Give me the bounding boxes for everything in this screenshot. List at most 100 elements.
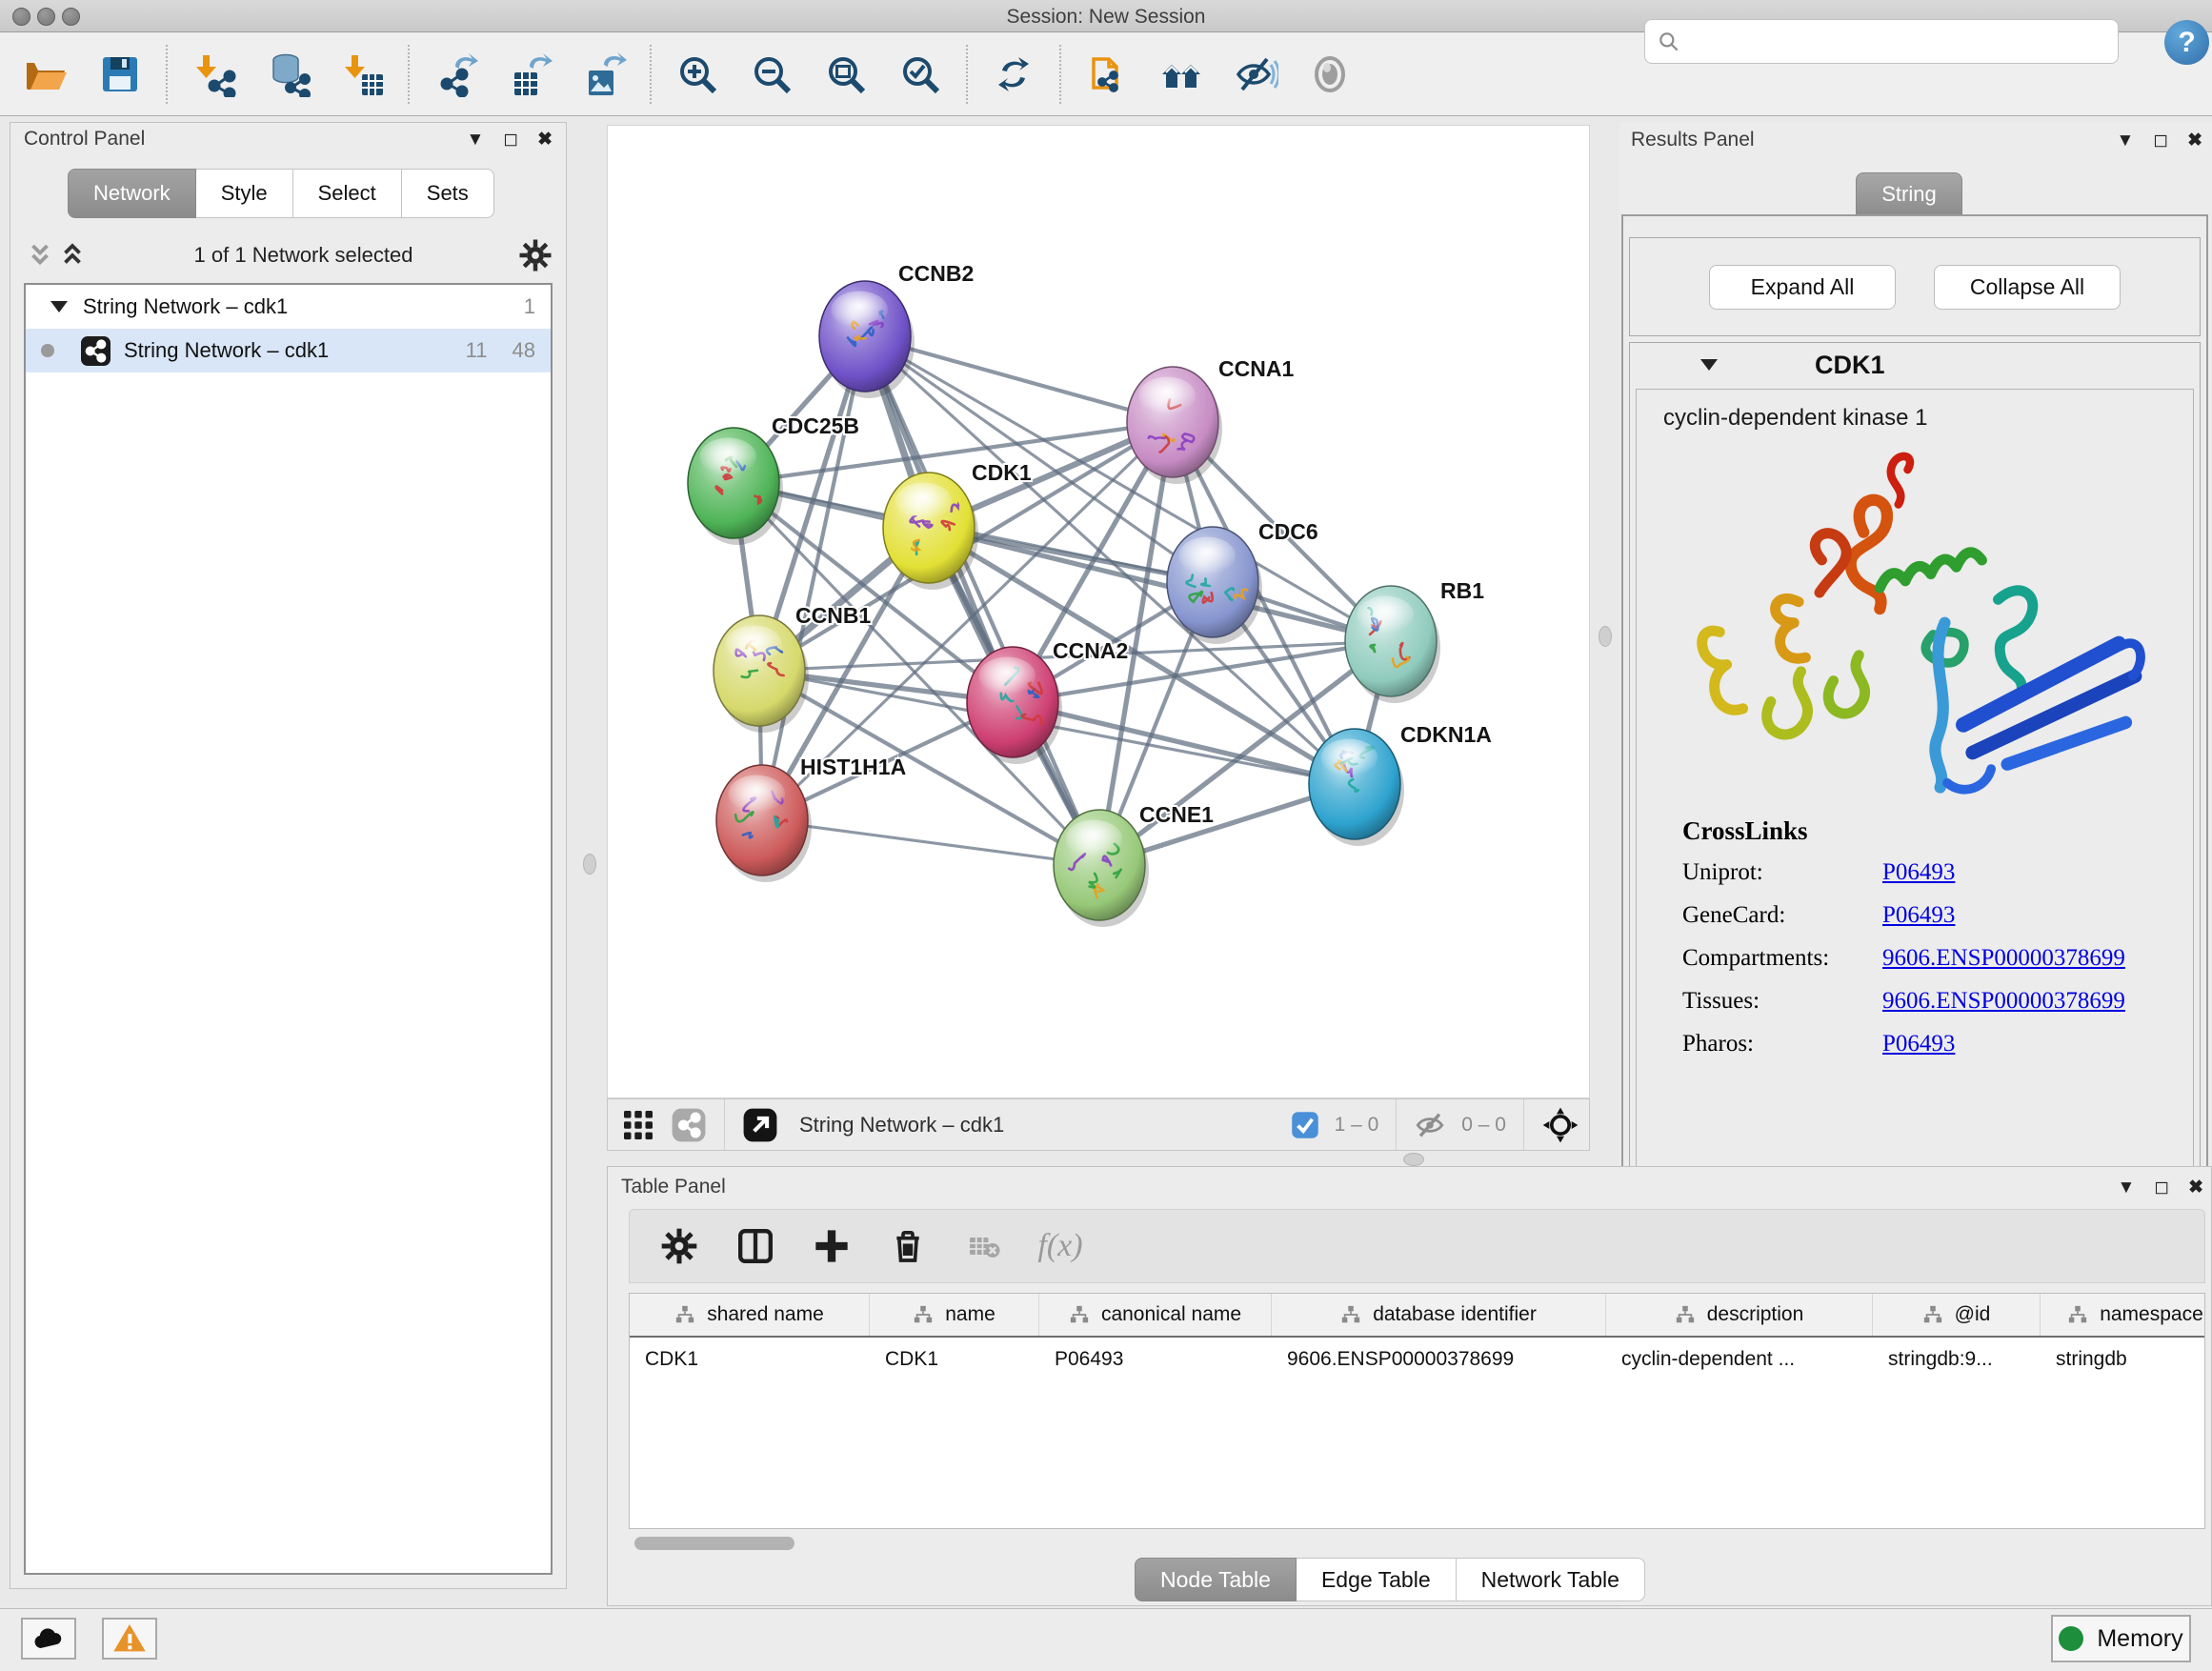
collapse-all-chevron-icon[interactable] bbox=[56, 241, 89, 270]
table-horizontal-scrollbar[interactable] bbox=[631, 1537, 2206, 1552]
zoom-out-button[interactable] bbox=[747, 50, 796, 99]
results-panel-float-icon[interactable]: ◻ bbox=[2153, 131, 2168, 150]
right-splitter-handle[interactable] bbox=[1599, 626, 1612, 647]
fit-content-crosshair-icon[interactable] bbox=[1541, 1106, 1579, 1144]
column-header-sharedname[interactable]: shared name bbox=[630, 1294, 870, 1336]
network-canvas[interactable]: CCNB2CCNA1CDC25BCDK1CDC6RB1CCNB1CCNA2CDK… bbox=[607, 125, 1590, 1098]
tab-node-table[interactable]: Node Table bbox=[1135, 1558, 1297, 1601]
results-tab-string[interactable]: String bbox=[1856, 172, 1962, 215]
crosslink-link[interactable]: P06493 bbox=[1882, 859, 1955, 886]
table-row[interactable]: CDK1CDK1P064939606.ENSP00000378699cyclin… bbox=[630, 1338, 2204, 1381]
tree-expand-arrow-icon[interactable] bbox=[50, 301, 68, 312]
zoom-fit-button[interactable] bbox=[821, 50, 871, 99]
edge-CCNB2-CCNE1[interactable] bbox=[865, 336, 1099, 865]
control-panel-title: Control Panel bbox=[24, 128, 145, 151]
network-tree-item-row[interactable]: String Network – cdk1 11 48 bbox=[26, 329, 551, 372]
export-network-button[interactable] bbox=[431, 50, 480, 99]
crosslink-link[interactable]: P06493 bbox=[1882, 1031, 1955, 1057]
open-in-new-window-icon[interactable] bbox=[742, 1107, 778, 1143]
entry-collapse-arrow-icon[interactable] bbox=[1700, 359, 1718, 371]
node-CCNA1[interactable]: CCNA1 bbox=[1127, 356, 1294, 484]
export-image-button[interactable] bbox=[579, 50, 629, 99]
export-table-button[interactable] bbox=[505, 50, 554, 99]
control-panel: Control Panel ▼ ◻ ✖ NetworkStyleSelectSe… bbox=[10, 122, 567, 1589]
clone-network-button[interactable] bbox=[1082, 50, 1132, 99]
show-columns-icon[interactable] bbox=[734, 1225, 776, 1267]
node-CDK1[interactable]: CDK1 bbox=[883, 460, 1032, 590]
hidden-eye-slash-icon[interactable] bbox=[1414, 1109, 1446, 1141]
table-cell: CDK1 bbox=[630, 1338, 870, 1381]
delete-column-trash-icon[interactable] bbox=[887, 1225, 929, 1267]
import-database-button[interactable] bbox=[263, 50, 312, 99]
node-CDC6[interactable]: CDC6 bbox=[1167, 519, 1318, 644]
gene-entry-header[interactable]: CDK1 bbox=[1630, 343, 2200, 387]
bottom-splitter-handle[interactable] bbox=[1403, 1153, 1424, 1166]
open-session-button[interactable] bbox=[21, 50, 70, 99]
results-panel-close-icon[interactable]: ✖ bbox=[2187, 131, 2202, 150]
tab-network[interactable]: Network bbox=[68, 169, 196, 218]
birdseye-grid-icon[interactable] bbox=[621, 1108, 655, 1142]
node-HIST1H1A[interactable]: HIST1H1A bbox=[716, 755, 906, 882]
open-session-icon bbox=[23, 51, 69, 97]
memory-button[interactable]: Memory bbox=[2051, 1615, 2191, 1662]
add-column-icon[interactable] bbox=[811, 1225, 853, 1267]
tab-select[interactable]: Select bbox=[293, 169, 402, 218]
show-selected-button[interactable] bbox=[1305, 50, 1355, 99]
delete-table-icon[interactable] bbox=[963, 1225, 1005, 1267]
crosslink-link[interactable]: P06493 bbox=[1882, 902, 1955, 929]
edge-CCNB2-HIST1H1A[interactable] bbox=[762, 336, 865, 820]
import-table-button[interactable] bbox=[337, 50, 387, 99]
search-input[interactable] bbox=[1681, 30, 2106, 52]
table-panel-menu-icon[interactable]: ▼ bbox=[2117, 1178, 2135, 1197]
edge-HIST1H1A-CCNE1[interactable] bbox=[762, 820, 1099, 865]
network-tree-root-row[interactable]: String Network – cdk1 1 bbox=[26, 285, 551, 329]
node-CCNB2[interactable]: CCNB2 bbox=[819, 261, 974, 398]
column-header-label: name bbox=[945, 1303, 995, 1326]
crosslink-link[interactable]: 9606.ENSP00000378699 bbox=[1882, 945, 2125, 972]
function-builder-icon[interactable]: f(x) bbox=[1039, 1225, 1081, 1267]
help-button[interactable]: ? bbox=[2164, 20, 2209, 65]
control-panel-float-icon[interactable]: ◻ bbox=[503, 131, 518, 149]
node-CCNE1[interactable]: CCNE1 bbox=[1054, 802, 1214, 927]
table-panel-float-icon[interactable]: ◻ bbox=[2154, 1178, 2169, 1197]
expand-all-button[interactable]: Expand All bbox=[1709, 265, 1896, 310]
save-session-button[interactable] bbox=[95, 50, 145, 99]
scrollbar-thumb[interactable] bbox=[634, 1537, 794, 1550]
crosslink-link[interactable]: 9606.ENSP00000378699 bbox=[1882, 988, 2125, 1015]
column-header-databaseidentifier[interactable]: database identifier bbox=[1272, 1294, 1606, 1336]
import-network-button[interactable] bbox=[189, 50, 238, 99]
hide-selected-button[interactable] bbox=[1231, 50, 1280, 99]
node-RB1[interactable]: RB1 bbox=[1345, 578, 1484, 703]
left-splitter-handle[interactable] bbox=[583, 854, 596, 875]
warnings-button[interactable] bbox=[102, 1618, 157, 1660]
cloud-button[interactable] bbox=[21, 1618, 76, 1660]
tab-style[interactable]: Style bbox=[196, 169, 293, 218]
node-CDKN1A[interactable]: CDKN1A bbox=[1309, 722, 1492, 846]
expand-all-chevron-icon[interactable] bbox=[24, 241, 56, 270]
tab-edge-table[interactable]: Edge Table bbox=[1297, 1558, 1457, 1601]
zoom-in-button[interactable] bbox=[673, 50, 722, 99]
show-all-networks-button[interactable] bbox=[1156, 50, 1206, 99]
refresh-button[interactable] bbox=[989, 50, 1038, 99]
control-panel-close-icon[interactable]: ✖ bbox=[537, 131, 553, 149]
column-header-description[interactable]: description bbox=[1606, 1294, 1873, 1336]
search-box[interactable] bbox=[1644, 19, 2119, 64]
results-panel-menu-icon[interactable]: ▼ bbox=[2116, 131, 2134, 150]
network-overview-icon[interactable] bbox=[671, 1107, 707, 1143]
column-header-name[interactable]: name bbox=[870, 1294, 1039, 1336]
selected-checkbox-icon[interactable] bbox=[1291, 1111, 1319, 1139]
table-tabs: Node TableEdge TableNetwork Table bbox=[1135, 1558, 1645, 1601]
collapse-all-button[interactable]: Collapse All bbox=[1934, 265, 2121, 310]
network-options-gear-icon[interactable] bbox=[518, 238, 553, 272]
gene-description: cyclin-dependent kinase 1 bbox=[1663, 405, 2193, 432]
table-panel-close-icon[interactable]: ✖ bbox=[2188, 1178, 2203, 1197]
column-header-canonicalname[interactable]: canonical name bbox=[1039, 1294, 1272, 1336]
zoom-selected-button[interactable] bbox=[895, 50, 945, 99]
crosslink-label: GeneCard: bbox=[1682, 902, 1882, 929]
column-header-id[interactable]: @id bbox=[1873, 1294, 2041, 1336]
control-panel-menu-icon[interactable]: ▼ bbox=[466, 131, 484, 149]
column-header-namespace[interactable]: namespace bbox=[2041, 1294, 2205, 1336]
tab-sets[interactable]: Sets bbox=[402, 169, 494, 218]
tab-network-table[interactable]: Network Table bbox=[1457, 1558, 1645, 1601]
table-settings-gear-icon[interactable] bbox=[658, 1225, 700, 1267]
